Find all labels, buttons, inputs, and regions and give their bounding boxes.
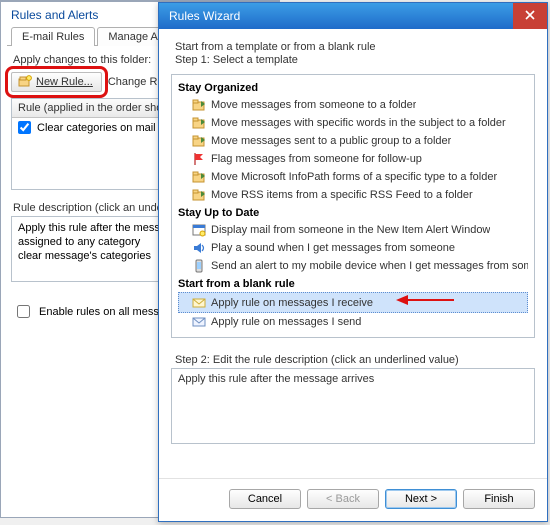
alert-window-icon [192, 223, 206, 237]
new-rule-button[interactable]: New Rule... [11, 72, 102, 92]
template-tree: Stay Organized Move messages from someon… [171, 74, 535, 338]
move-folder-icon [192, 98, 206, 112]
wizard-titlebar: Rules Wizard [159, 3, 547, 29]
template-item[interactable]: Move messages with specific words in the… [178, 114, 528, 132]
cancel-button[interactable]: Cancel [229, 489, 301, 509]
flag-icon [192, 152, 206, 166]
new-rule-label: New Rule... [36, 76, 93, 88]
envelope-out-icon [192, 315, 206, 329]
window-buttons [513, 3, 547, 29]
back-button[interactable]: < Back [307, 489, 379, 509]
template-item[interactable]: Move messages from someone to a folder [178, 96, 528, 114]
template-item[interactable]: Move Microsoft InfoPath forms of a speci… [178, 168, 528, 186]
step2-label: Step 2: Edit the rule description (click… [171, 338, 535, 368]
step2-text: Apply this rule after the message arrive… [178, 373, 374, 385]
template-label: Apply rule on messages I receive [211, 295, 373, 311]
enable-rss-rules-checkbox[interactable] [17, 305, 30, 318]
template-label: Send an alert to my mobile device when I… [211, 258, 528, 274]
template-item[interactable]: Play a sound when I get messages from so… [178, 239, 528, 257]
section-start-blank: Start from a blank rule [178, 275, 528, 292]
next-button[interactable]: Next > [385, 489, 457, 509]
step1-label: Step 1: Select a template [171, 54, 535, 70]
move-folder-icon [192, 134, 206, 148]
red-arrow-annotation [396, 294, 454, 311]
rule-checkbox[interactable] [18, 121, 31, 134]
template-label: Display mail from someone in the New Ite… [211, 222, 490, 238]
template-item[interactable]: Move messages sent to a public group to … [178, 132, 528, 150]
section-stay-up-to-date: Stay Up to Date [178, 204, 528, 221]
wizard-button-row: Cancel < Back Next > Finish [159, 478, 547, 521]
wizard-title: Rules Wizard [169, 9, 240, 23]
template-item-receive[interactable]: Apply rule on messages I receive [178, 292, 528, 313]
template-label: Move RSS items from a specific RSS Feed … [211, 187, 473, 203]
step2-description-box: Apply this rule after the message arrive… [171, 368, 535, 444]
rules-wizard-window: Rules Wizard Start from a template or fr… [158, 2, 548, 522]
section-stay-organized: Stay Organized [178, 79, 528, 96]
template-label: Play a sound when I get messages from so… [211, 240, 455, 256]
mobile-icon [192, 259, 206, 273]
wizard-intro: Start from a template or from a blank ru… [171, 37, 535, 54]
template-label: Move messages with specific words in the… [211, 115, 506, 131]
template-item-send[interactable]: Apply rule on messages I send [178, 313, 528, 331]
move-folder-icon [192, 116, 206, 130]
sound-icon [192, 241, 206, 255]
close-button[interactable] [513, 3, 547, 29]
template-item[interactable]: Display mail from someone in the New Ite… [178, 221, 528, 239]
move-folder-icon [192, 188, 206, 202]
finish-button[interactable]: Finish [463, 489, 535, 509]
template-item[interactable]: Move RSS items from a specific RSS Feed … [178, 186, 528, 204]
template-label: Flag messages from someone for follow-up [211, 151, 422, 167]
envelope-in-icon [192, 296, 206, 310]
move-folder-icon [192, 170, 206, 184]
template-item[interactable]: Send an alert to my mobile device when I… [178, 257, 528, 275]
template-item[interactable]: Flag messages from someone for follow-up [178, 150, 528, 168]
close-icon [525, 9, 535, 23]
template-label: Move messages from someone to a folder [211, 97, 416, 113]
tab-email-rules[interactable]: E-mail Rules [11, 27, 95, 46]
template-label: Move Microsoft InfoPath forms of a speci… [211, 169, 497, 185]
new-rule-icon [18, 75, 32, 89]
template-label: Apply rule on messages I send [211, 314, 361, 330]
wizard-body: Start from a template or from a blank ru… [159, 29, 547, 478]
template-label: Move messages sent to a public group to … [211, 133, 451, 149]
